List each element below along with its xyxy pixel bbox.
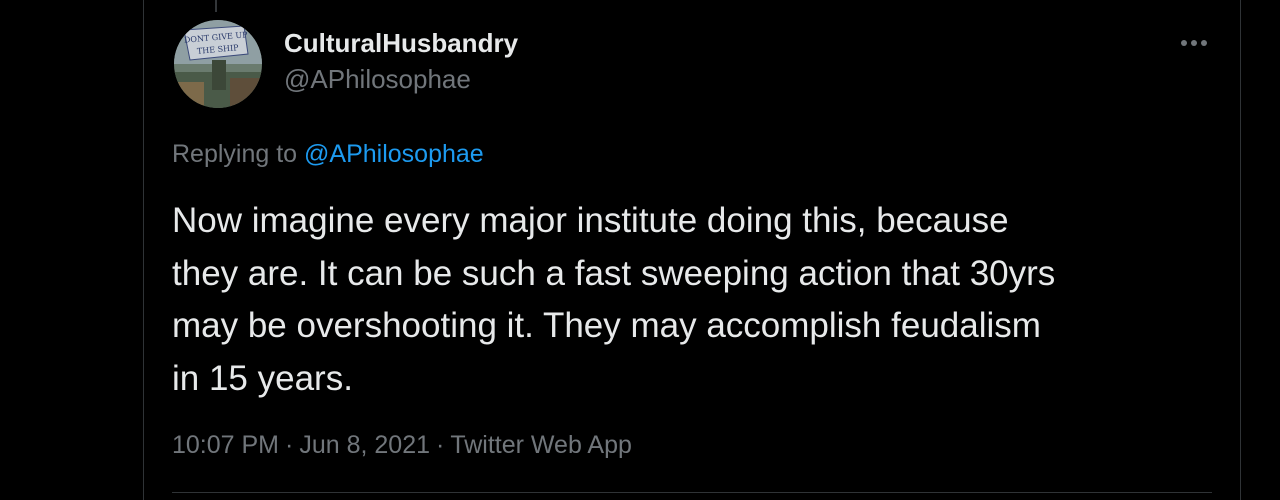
- meta-separator: ·: [436, 431, 445, 459]
- tweet-source-app-link[interactable]: Twitter Web App: [450, 431, 632, 459]
- meta-separator: ·: [285, 431, 294, 459]
- divider: [172, 492, 1212, 493]
- tweet-metadata: 10:07 PM · Jun 8, 2021 · Twitter Web App: [172, 431, 632, 460]
- avatar[interactable]: DONT GIVE UP THE SHIP: [174, 20, 262, 108]
- author-handle[interactable]: @APhilosophae: [284, 64, 471, 95]
- tweet-text: Now imagine every major institute doing …: [172, 195, 1222, 405]
- tweet-text-line: in 15 years.: [172, 358, 353, 398]
- more-horizontal-icon[interactable]: [1180, 38, 1208, 48]
- thread-connector-line: [215, 0, 217, 12]
- replying-to-label: Replying to: [172, 140, 298, 168]
- tweet-text-line: Now imagine every major institute doing …: [172, 201, 1009, 240]
- tweet-date-link[interactable]: Jun 8, 2021: [299, 431, 430, 459]
- tweet-text-line: may be overshooting it. They may accompl…: [172, 306, 1041, 345]
- tweet-time-link[interactable]: 10:07 PM: [172, 431, 279, 459]
- author-display-name[interactable]: CulturalHusbandry: [284, 28, 518, 59]
- tweet-text-line: they are. It can be such a fast sweeping…: [172, 253, 1056, 293]
- replying-to-mention-link[interactable]: @APhilosophae: [304, 140, 484, 168]
- replying-to: Replying to @APhilosophae: [172, 140, 484, 169]
- avatar-image: DONT GIVE UP THE SHIP: [174, 20, 262, 108]
